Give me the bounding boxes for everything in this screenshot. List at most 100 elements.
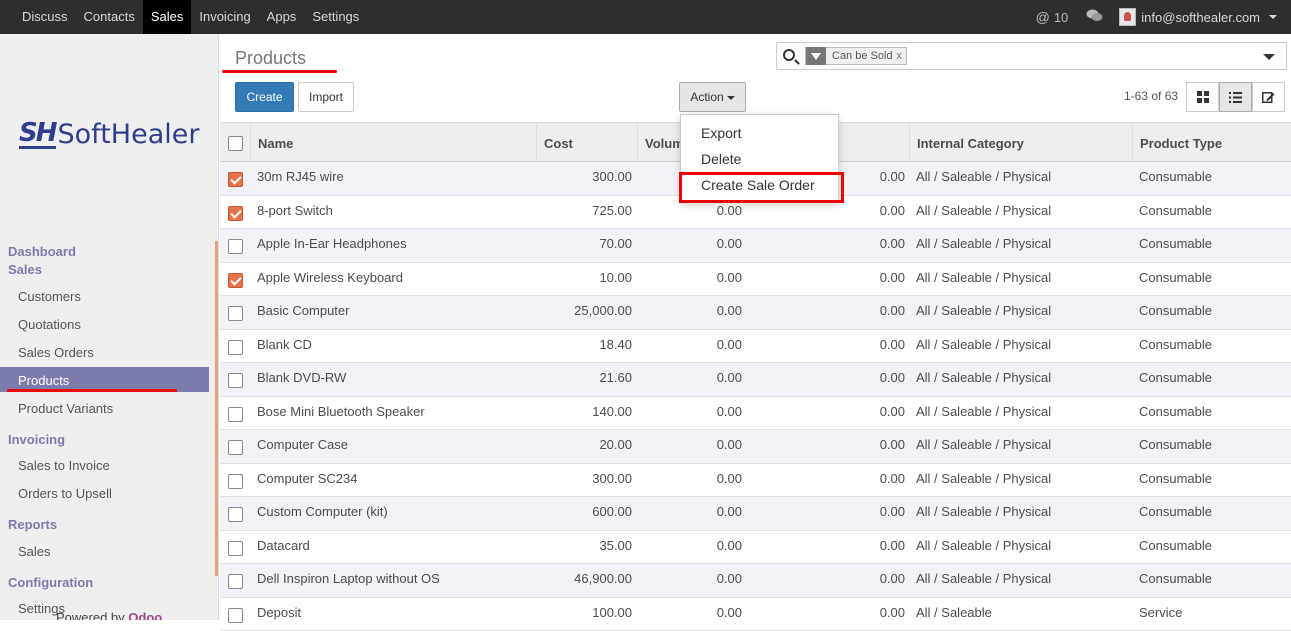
table-row[interactable]: Apple In-Ear Headphones70.000.000.00All …	[220, 229, 1291, 263]
cell-weight: 0.00	[780, 571, 905, 586]
action-menu-export[interactable]: Export	[701, 125, 741, 141]
cell-cost: 300.00	[536, 169, 632, 184]
table-row[interactable]: Datacard35.000.000.00All / Saleable / Ph…	[220, 531, 1291, 565]
cell-weight: 0.00	[780, 471, 905, 486]
cell-cost: 20.00	[536, 437, 632, 452]
row-checkbox[interactable]	[228, 306, 243, 321]
table-row[interactable]: Blank DVD-RW21.600.000.00All / Saleable …	[220, 363, 1291, 397]
cell-internal-category: All / Saleable / Physical	[916, 471, 1126, 486]
cell-internal-category: All / Saleable / Physical	[916, 203, 1126, 218]
cell-product-type: Consumable	[1139, 437, 1289, 452]
nav-apps[interactable]: Apps	[259, 0, 305, 34]
powered-by-label: Powered by	[56, 610, 125, 620]
nav-sales[interactable]: Sales	[143, 0, 192, 34]
row-checkbox[interactable]	[228, 440, 243, 455]
cell-internal-category: All / Saleable / Physical	[916, 303, 1126, 318]
create-button[interactable]: Create	[235, 82, 294, 112]
table-row[interactable]: Computer SC234300.000.000.00All / Saleab…	[220, 464, 1291, 498]
sidebar-section-reports[interactable]: Reports	[8, 517, 57, 532]
sidebar-section-configuration[interactable]: Configuration	[8, 575, 93, 590]
table-row[interactable]: Deposit100.000.000.00All / SaleableServi…	[220, 598, 1291, 631]
cell-cost: 300.00	[536, 471, 632, 486]
sidebar-item-product-variants[interactable]: Product Variants	[18, 401, 113, 416]
mentions-count: 10	[1054, 10, 1068, 25]
search-bar[interactable]: Can be Sold x	[776, 42, 1287, 70]
row-checkbox[interactable]	[228, 407, 243, 422]
action-button[interactable]: Action	[679, 82, 746, 112]
cell-name: Computer SC234	[257, 471, 517, 486]
row-checkbox[interactable]	[228, 507, 243, 522]
cell-internal-category: All / Saleable / Physical	[916, 169, 1126, 184]
nav-contacts[interactable]: Contacts	[76, 0, 143, 34]
search-options-toggle[interactable]	[1263, 54, 1275, 60]
sidebar-item-products[interactable]: Products	[18, 373, 69, 388]
sidebar-item-sales-to-invoice[interactable]: Sales to Invoice	[18, 458, 110, 473]
action-label: Action	[690, 90, 723, 104]
nav-invoicing[interactable]: Invoicing	[191, 0, 258, 34]
odoo-brand-link[interactable]: Odoo	[128, 610, 162, 620]
cell-internal-category: All / Saleable / Physical	[916, 437, 1126, 452]
row-checkbox[interactable]	[228, 373, 243, 388]
pager-value[interactable]: 1-63 of 63	[1124, 89, 1178, 103]
cell-internal-category: All / Saleable / Physical	[916, 337, 1126, 352]
annotation-underline-products	[7, 389, 177, 392]
row-checkbox[interactable]	[228, 273, 243, 288]
row-checkbox[interactable]	[228, 608, 243, 623]
nav-discuss[interactable]: Discuss	[14, 0, 76, 34]
sidebar-section-sales[interactable]: Sales	[8, 262, 42, 277]
column-header-name[interactable]: Name	[250, 123, 537, 163]
cell-weight: 0.00	[780, 203, 905, 218]
sidebar-item-customers[interactable]: Customers	[18, 289, 81, 304]
mentions-button[interactable]: @ 10	[1036, 9, 1069, 25]
cell-cost: 600.00	[536, 504, 632, 519]
search-icon[interactable]	[783, 49, 795, 61]
action-menu-delete[interactable]: Delete	[701, 151, 741, 167]
cell-name: Blank CD	[257, 337, 517, 352]
cell-name: Blank DVD-RW	[257, 370, 517, 385]
column-header-product-type[interactable]: Product Type	[1132, 123, 1291, 163]
sidebar-item-quotations[interactable]: Quotations	[18, 317, 81, 332]
logo-mark: SH	[19, 120, 56, 149]
table-row[interactable]: Blank CD18.400.000.00All / Saleable / Ph…	[220, 330, 1291, 364]
powered-by[interactable]: Powered by Odoo	[56, 610, 162, 620]
cell-internal-category: All / Saleable / Physical	[916, 404, 1126, 419]
cell-weight: 0.00	[780, 504, 905, 519]
table-row[interactable]: Computer Case20.000.000.00All / Saleable…	[220, 430, 1291, 464]
sidebar-item-sales-orders[interactable]: Sales Orders	[18, 345, 94, 360]
sidebar-section-dashboard[interactable]: Dashboard	[8, 244, 76, 259]
form-view-button[interactable]	[1252, 82, 1285, 112]
kanban-view-button[interactable]	[1186, 82, 1219, 112]
cell-product-type: Consumable	[1139, 471, 1289, 486]
kanban-icon	[1197, 91, 1209, 103]
cell-name: Apple Wireless Keyboard	[257, 270, 517, 285]
facet-remove-button[interactable]: x	[897, 50, 907, 62]
row-checkbox[interactable]	[228, 541, 243, 556]
sidebar-item-orders-to-upsell[interactable]: Orders to Upsell	[18, 486, 112, 501]
table-row[interactable]: Basic Computer25,000.000.000.00All / Sal…	[220, 296, 1291, 330]
cell-volume: 0.00	[637, 437, 742, 452]
row-checkbox[interactable]	[228, 172, 243, 187]
table-row[interactable]: Custom Computer (kit)600.000.000.00All /…	[220, 497, 1291, 531]
list-view-button[interactable]	[1219, 82, 1252, 112]
nav-settings[interactable]: Settings	[304, 0, 367, 34]
table-row[interactable]: Bose Mini Bluetooth Speaker140.000.000.0…	[220, 397, 1291, 431]
cell-weight: 0.00	[780, 605, 905, 620]
import-button[interactable]: Import	[298, 82, 354, 112]
row-checkbox[interactable]	[228, 574, 243, 589]
sidebar-scrollbar[interactable]	[215, 241, 219, 576]
row-checkbox[interactable]	[228, 474, 243, 489]
sidebar-section-invoicing[interactable]: Invoicing	[8, 432, 65, 447]
table-row[interactable]: Dell Inspiron Laptop without OS46,900.00…	[220, 564, 1291, 598]
column-header-internal-category[interactable]: Internal Category	[909, 123, 1133, 163]
sidebar-item-reports-sales[interactable]: Sales	[18, 544, 51, 559]
row-checkbox[interactable]	[228, 340, 243, 355]
user-menu[interactable]: info@softhealer.com	[1119, 8, 1277, 26]
select-all-checkbox[interactable]	[228, 136, 243, 151]
column-header-cost[interactable]: Cost	[536, 123, 638, 163]
row-checkbox[interactable]	[228, 239, 243, 254]
row-checkbox[interactable]	[228, 206, 243, 221]
cell-cost: 18.40	[536, 337, 632, 352]
chat-icon[interactable]	[1086, 9, 1103, 26]
cell-name: Deposit	[257, 605, 517, 620]
table-row[interactable]: Apple Wireless Keyboard10.000.000.00All …	[220, 263, 1291, 297]
